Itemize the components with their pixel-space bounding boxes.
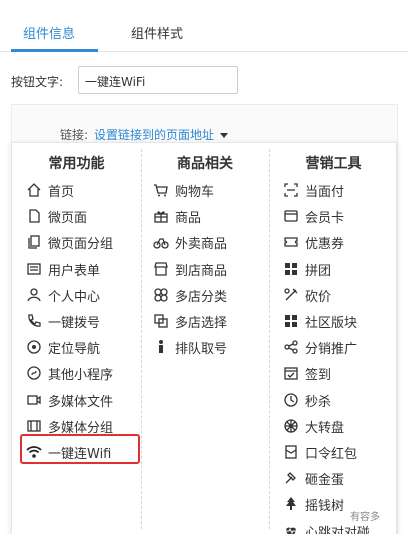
menu-column: 商品相关购物车商品外卖商品到店商品多店分类多店选择排队取号	[141, 143, 269, 534]
menu-item-label: 其他小程序	[48, 368, 114, 383]
menu-item-label: 定位导航	[48, 342, 101, 357]
menu-item-label: 购物车	[175, 185, 215, 200]
menu-column-title: 常用功能	[48, 156, 105, 172]
tab-component-style[interactable]: 组件样式	[131, 23, 183, 42]
media-file-icon	[26, 392, 42, 408]
store-icon	[153, 261, 169, 277]
link-dropdown-menu: 常用功能首页微页面微页面分组用户表单个人中心一键拨号定位导航其他小程序多媒体文件…	[11, 142, 397, 534]
user-icon	[26, 287, 42, 303]
menu-item-label: 砸金蛋	[305, 473, 345, 488]
menu-item-label: 商品	[175, 211, 202, 226]
watermark: 有容多	[350, 512, 380, 523]
button-text-label: 按钮文字:	[11, 75, 64, 89]
phone-icon	[26, 313, 42, 329]
community-icon	[283, 313, 299, 329]
menu-item-label: 多店选择	[175, 316, 228, 331]
calendar-check-icon	[283, 365, 299, 381]
menu-item-label: 到店商品	[175, 264, 228, 279]
form-icon	[26, 261, 42, 277]
page-icon	[26, 208, 42, 224]
media-group-icon	[26, 418, 42, 434]
wheel-icon	[283, 418, 299, 434]
active-tab-indicator	[11, 49, 98, 52]
menu-item-label: 排队取号	[175, 342, 228, 357]
clock-icon	[283, 392, 299, 408]
bargain-icon	[283, 287, 299, 303]
card-icon	[283, 208, 299, 224]
menu-item-label: 多媒体文件	[48, 395, 114, 410]
multi-store-icon	[153, 313, 169, 329]
menu-column-title: 营销工具	[305, 156, 362, 172]
wifi-icon	[26, 444, 42, 460]
scan-pay-icon	[283, 182, 299, 198]
menu-column: 营销工具当面付会员卡优惠券拼团砍价社区版块分销推广签到秒杀大转盘口令红包砸金蛋摇…	[269, 143, 398, 534]
menu-item-label: 社区版块	[305, 316, 358, 331]
tab-component-info[interactable]: 组件信息	[23, 23, 75, 42]
heartbeat-icon	[283, 523, 299, 534]
coupon-icon	[283, 234, 299, 250]
home-icon	[26, 182, 42, 198]
menu-item-label: 砍价	[305, 290, 332, 305]
menu-item-label: 秒杀	[305, 395, 332, 410]
menu-item-label: 会员卡	[305, 211, 345, 226]
menu-item-label: 首页	[48, 185, 75, 200]
cart-icon	[153, 182, 169, 198]
link-label: 链接:	[60, 128, 89, 142]
gift-icon	[153, 208, 169, 224]
menu-item-label: 口令红包	[305, 447, 358, 462]
button-text-row: 按钮文字: 一键连WiFi	[11, 66, 401, 94]
bike-icon	[153, 234, 169, 250]
menu-item-label: 优惠券	[305, 237, 345, 252]
menu-item-label: 摇钱树	[305, 499, 345, 514]
hammer-icon	[283, 470, 299, 486]
tab-bar: 组件信息 组件样式	[0, 0, 408, 52]
link-row: 链接: 设置链接到的页面地址	[60, 126, 229, 143]
menu-item-label: 大转盘	[305, 421, 345, 436]
menu-item-label: 多店分类	[175, 290, 228, 305]
button-text-input[interactable]: 一键连WiFi	[78, 66, 238, 94]
menu-item-label: 当面付	[305, 185, 345, 200]
location-icon	[26, 339, 42, 355]
mini-program-icon	[26, 365, 42, 381]
clover-icon	[153, 287, 169, 303]
menu-item-label: 心跳对对碰	[305, 526, 371, 534]
menu-item-label: 分销推广	[305, 342, 358, 357]
menu-item-label: 签到	[305, 368, 332, 383]
menu-item-label: 外卖商品	[175, 237, 228, 252]
queue-icon	[153, 339, 169, 355]
group-buy-icon	[283, 261, 299, 277]
menu-item-label: 用户表单	[48, 264, 101, 279]
menu-item-label: 微页面分组	[48, 237, 114, 252]
menu-column: 常用功能首页微页面微页面分组用户表单个人中心一键拨号定位导航其他小程序多媒体文件…	[12, 143, 141, 534]
menu-item-label: 个人中心	[48, 290, 101, 305]
menu-column-title: 商品相关	[177, 156, 233, 172]
menu-item-label: 多媒体分组	[48, 421, 114, 436]
share-icon	[283, 339, 299, 355]
chevron-down-icon[interactable]	[220, 133, 229, 138]
menu-item-label: 一键连Wifi	[48, 447, 112, 462]
menu-item-label: 拼团	[305, 264, 332, 279]
menu-item-label: 微页面	[48, 211, 88, 226]
menu-item-label: 一键拨号	[48, 316, 101, 331]
page-group-icon	[26, 234, 42, 250]
link-selector[interactable]: 设置链接到的页面地址	[94, 128, 214, 142]
tree-icon	[283, 496, 299, 512]
red-packet-icon	[283, 444, 299, 460]
